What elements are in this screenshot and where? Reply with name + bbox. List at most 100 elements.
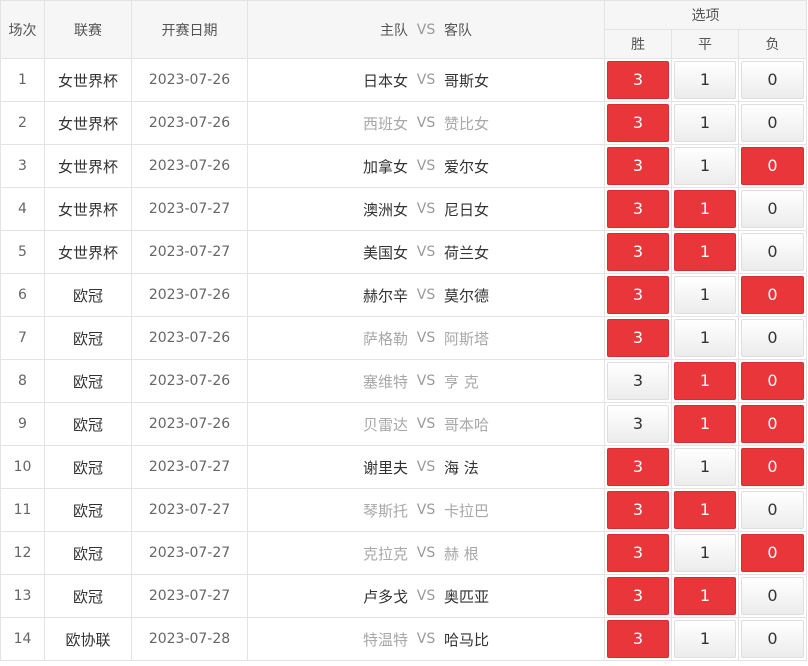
option-lose-button[interactable]: 0 (741, 147, 805, 185)
round-number: 8 (0, 359, 45, 403)
home-team: 谢里夫 (362, 458, 408, 477)
option-draw-button[interactable]: 1 (674, 448, 736, 486)
option-win-button[interactable]: 3 (607, 620, 669, 658)
option-win-button[interactable]: 3 (607, 534, 669, 572)
round-number: 4 (0, 187, 45, 231)
round-number: 12 (0, 531, 45, 575)
away-team: 阿斯塔 (444, 329, 490, 348)
home-team: 赫尔辛 (362, 286, 408, 305)
table-row: 6 欧冠 2023-07-26 赫尔辛 VS 莫尔德 3 1 0 (0, 273, 808, 317)
match-teams: 赫尔辛 VS 莫尔德 (247, 273, 605, 317)
home-team: 贝雷达 (362, 415, 408, 434)
league-name: 欧冠 (44, 359, 132, 403)
table-row: 14 欧协联 2023-07-28 特温特 VS 哈马比 3 1 0 (0, 617, 808, 661)
option-draw-button[interactable]: 1 (674, 190, 736, 228)
option-win-button[interactable]: 3 (607, 577, 669, 615)
option-draw-button[interactable]: 1 (674, 276, 736, 314)
option-draw-button[interactable]: 1 (674, 147, 736, 185)
option-win-button[interactable]: 3 (607, 61, 669, 99)
option-win-button[interactable]: 3 (607, 233, 669, 271)
option-lose-button[interactable]: 0 (741, 405, 805, 443)
away-team: 莫尔德 (444, 286, 490, 305)
home-team: 克拉克 (362, 544, 408, 563)
option-lose-button[interactable]: 0 (741, 104, 805, 142)
away-team: 亨 克 (444, 372, 479, 391)
match-date: 2023-07-26 (131, 316, 248, 360)
header-date: 开赛日期 (131, 0, 248, 59)
option-win-button[interactable]: 3 (607, 147, 669, 185)
round-number: 1 (0, 58, 45, 102)
away-team: 哈马比 (444, 630, 490, 649)
option-lose-button[interactable]: 0 (741, 491, 805, 529)
option-draw-button[interactable]: 1 (674, 233, 736, 271)
match-date: 2023-07-27 (131, 230, 248, 274)
option-win-button[interactable]: 3 (607, 405, 669, 443)
vs-label: VS (416, 459, 436, 475)
option-draw-button[interactable]: 1 (674, 319, 736, 357)
league-name: 欧冠 (44, 316, 132, 360)
option-win-button[interactable]: 3 (607, 491, 669, 529)
vs-label: VS (416, 158, 436, 174)
option-lose-button[interactable]: 0 (741, 233, 805, 271)
away-team: 哥本哈 (444, 415, 490, 434)
away-team: 赫 根 (444, 544, 479, 563)
option-lose-button[interactable]: 0 (741, 362, 805, 400)
option-lose-button[interactable]: 0 (741, 620, 805, 658)
table-row: 1 女世界杯 2023-07-26 日本女 VS 哥斯女 3 1 0 (0, 58, 808, 102)
round-number: 2 (0, 101, 45, 145)
option-win-button[interactable]: 3 (607, 276, 669, 314)
option-win-button[interactable]: 3 (607, 362, 669, 400)
table-row: 8 欧冠 2023-07-26 塞维特 VS 亨 克 310 (0, 359, 808, 403)
round-number: 5 (0, 230, 45, 274)
table-row: 2 女世界杯 2023-07-26 西班女 VS 赞比女 3 1 0 (0, 101, 808, 145)
option-draw-button[interactable]: 1 (674, 405, 736, 443)
option-lose-button[interactable]: 0 (741, 276, 805, 314)
option-draw-button[interactable]: 1 (674, 61, 736, 99)
option-win-button[interactable]: 3 (607, 190, 669, 228)
vs-label: VS (416, 545, 436, 561)
match-date: 2023-07-26 (131, 402, 248, 446)
option-lose-button[interactable]: 0 (741, 319, 805, 357)
option-lose-button[interactable]: 0 (741, 61, 805, 99)
match-teams: 塞维特 VS 亨 克 (247, 359, 605, 403)
match-teams: 澳洲女 VS 尼日女 (247, 187, 605, 231)
option-draw-button[interactable]: 1 (674, 620, 736, 658)
match-date: 2023-07-27 (131, 445, 248, 489)
header-home: 主队 (380, 22, 408, 39)
league-name: 女世界杯 (44, 144, 132, 188)
league-name: 女世界杯 (44, 101, 132, 145)
option-lose-button[interactable]: 0 (741, 448, 805, 486)
match-teams: 特温特 VS 哈马比 (247, 617, 605, 661)
option-draw-button[interactable]: 1 (674, 534, 736, 572)
header-draw: 平 (671, 29, 739, 59)
option-win-button[interactable]: 3 (607, 104, 669, 142)
vs-label: VS (416, 201, 436, 217)
league-name: 欧冠 (44, 574, 132, 618)
vs-label: VS (416, 416, 436, 432)
option-draw-button[interactable]: 1 (674, 577, 736, 615)
match-teams: 贝雷达 VS 哥本哈 (247, 402, 605, 446)
option-draw-button[interactable]: 1 (674, 491, 736, 529)
vs-label: VS (416, 287, 436, 303)
league-name: 欧冠 (44, 488, 132, 532)
match-teams: 加拿女 VS 爱尔女 (247, 144, 605, 188)
option-lose-button[interactable]: 0 (741, 190, 805, 228)
round-number: 11 (0, 488, 45, 532)
match-table: 场次 联赛 开赛日期 主队 VS 客队 选项 胜 平 负 1 女世界杯 2023-0… (0, 0, 808, 661)
option-win-button[interactable]: 3 (607, 448, 669, 486)
match-date: 2023-07-27 (131, 488, 248, 532)
header-lose: 负 (737, 29, 808, 59)
option-lose-button[interactable]: 0 (741, 577, 805, 615)
option-lose-button[interactable]: 0 (741, 534, 805, 572)
league-name: 女世界杯 (44, 187, 132, 231)
header-vs: VS (416, 21, 436, 38)
vs-label: VS (416, 373, 436, 389)
vs-label: VS (416, 115, 436, 131)
league-name: 欧冠 (44, 402, 132, 446)
option-draw-button[interactable]: 1 (674, 104, 736, 142)
away-team: 哥斯女 (444, 71, 490, 90)
home-team: 萨格勒 (362, 329, 408, 348)
option-draw-button[interactable]: 1 (674, 362, 736, 400)
option-win-button[interactable]: 3 (607, 319, 669, 357)
round-number: 14 (0, 617, 45, 661)
